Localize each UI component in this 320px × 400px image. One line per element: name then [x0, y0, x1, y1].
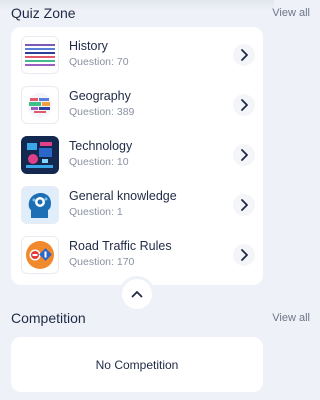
- quiz-zone-view-all-link[interactable]: View all: [272, 7, 310, 19]
- quiz-item-name: Technology: [69, 139, 133, 153]
- no-competition-text: No Competition: [95, 357, 179, 372]
- quiz-item-road-traffic-rules[interactable]: Road Traffic Rules Question: 170: [11, 230, 263, 280]
- chevron-right-icon[interactable]: [233, 44, 255, 66]
- quiz-item-technology[interactable]: Technology Question: 10: [11, 130, 263, 180]
- quiz-zone-title: Quiz Zone: [11, 5, 76, 21]
- quiz-item-count: Question: 170: [69, 256, 135, 268]
- competition-card: No Competition: [11, 337, 263, 392]
- traffic-signs-icon: [21, 236, 59, 274]
- geography-word-cloud-icon: [21, 86, 59, 124]
- technology-icon: [21, 136, 59, 174]
- chevron-right-icon[interactable]: [233, 244, 255, 266]
- quiz-item-general-knowledge[interactable]: General knowledge Question: 1: [11, 180, 263, 230]
- chevron-right-icon[interactable]: [233, 94, 255, 116]
- quiz-zone-card: History Question: 70 Geography Question:…: [11, 27, 263, 285]
- quiz-item-count: Question: 389: [69, 106, 135, 118]
- quiz-item-name: Geography: [69, 89, 131, 103]
- quiz-item-name: Road Traffic Rules: [69, 239, 172, 253]
- competition-title: Competition: [11, 310, 86, 326]
- quiz-item-count: Question: 1: [69, 206, 123, 218]
- brain-head-icon: [21, 186, 59, 224]
- collapse-button[interactable]: [122, 279, 152, 309]
- chevron-up-icon: [131, 291, 143, 298]
- chevron-right-icon[interactable]: [233, 144, 255, 166]
- quiz-item-count: Question: 10: [69, 156, 129, 168]
- quiz-item-name: History: [69, 39, 108, 53]
- quiz-item-geography[interactable]: Geography Question: 389: [11, 80, 263, 130]
- competition-view-all-link[interactable]: View all: [272, 312, 310, 324]
- quiz-item-history[interactable]: History Question: 70: [11, 30, 263, 80]
- chevron-right-icon[interactable]: [233, 194, 255, 216]
- history-lines-icon: [21, 36, 59, 74]
- quiz-item-count: Question: 70: [69, 56, 129, 68]
- competition-header: Competition View all: [11, 310, 310, 326]
- quiz-item-name: General knowledge: [69, 189, 177, 203]
- quiz-zone-header: Quiz Zone View all: [11, 5, 310, 21]
